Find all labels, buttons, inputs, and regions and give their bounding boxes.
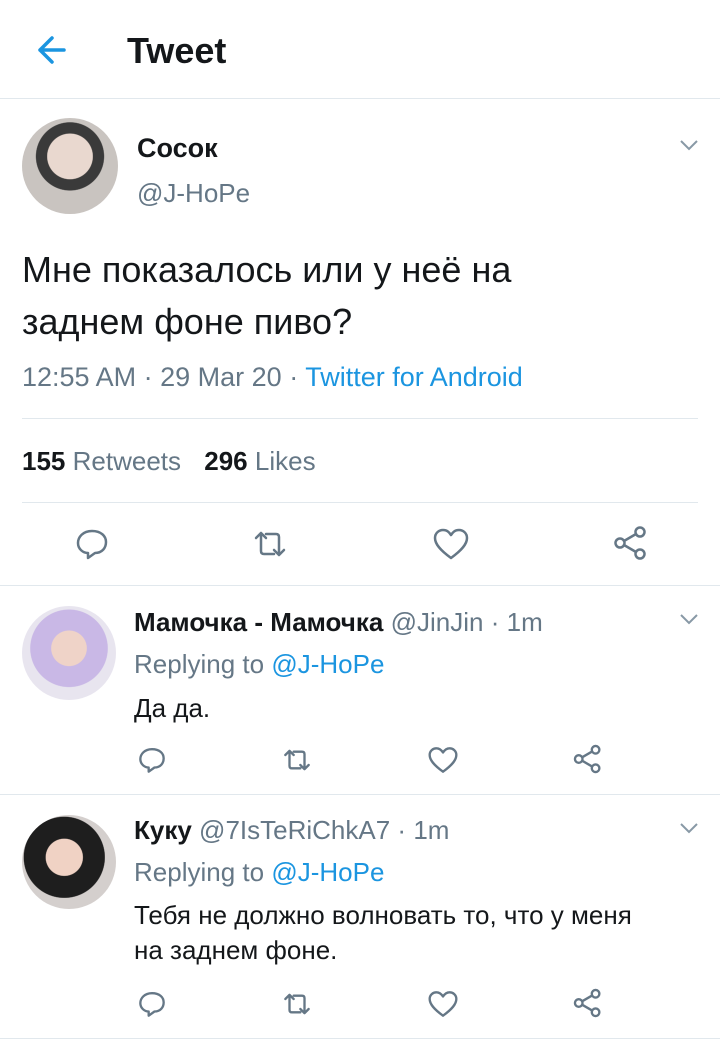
share-icon[interactable]	[572, 987, 604, 1019]
retweets-label: Retweets	[72, 446, 182, 476]
reply-display-name[interactable]: Куку	[134, 815, 192, 845]
reply-text-line-1: Тебя не должно волновать то, что у меня	[134, 900, 632, 930]
reply-header: Мамочка - Мамочка @JinJin · 1m	[134, 607, 543, 638]
reply-time: 1m	[413, 815, 450, 845]
retweet-icon[interactable]	[280, 745, 314, 775]
tweet-text-line-2: заднем фоне пиво?	[22, 301, 353, 342]
retweet-icon[interactable]	[280, 989, 314, 1019]
meta-separator: ·	[490, 607, 500, 637]
tweet-text: Мне показалось или у неё на заднем фоне …	[22, 244, 511, 348]
replying-to-handle[interactable]: @J-HoPe	[271, 857, 384, 887]
likes-count: 296	[204, 446, 248, 476]
top-bar: Tweet	[0, 0, 720, 99]
reply-header: Куку @7IsTeRiChkA7 · 1m	[134, 815, 449, 846]
reply-text: Да да.	[134, 691, 210, 726]
back-arrow-icon[interactable]	[30, 32, 70, 68]
chevron-down-icon[interactable]	[679, 138, 699, 152]
reply-icon[interactable]	[137, 989, 167, 1019]
likes-stat[interactable]: 296 Likes	[204, 446, 315, 476]
divider	[0, 1038, 720, 1039]
reply-display-name[interactable]: Мамочка - Мамочка	[134, 607, 383, 637]
author-handle[interactable]: @J-HoPe	[137, 178, 250, 209]
tweet-date: 29 Mar 20	[160, 362, 282, 392]
reply-icon[interactable]	[74, 526, 110, 562]
tweet-time: 12:55 AM	[22, 362, 137, 392]
replying-to: Replying to @J-HoPe	[134, 649, 384, 680]
divider	[22, 502, 698, 503]
tweet-meta: 12:55 AM · 29 Mar 20 · Twitter for Andro…	[22, 362, 523, 393]
reply-avatar[interactable]	[22, 815, 116, 909]
meta-separator: ·	[143, 362, 161, 392]
reply-icon[interactable]	[137, 745, 167, 775]
chevron-down-icon[interactable]	[679, 821, 699, 835]
share-icon[interactable]	[612, 524, 650, 562]
reply-avatar[interactable]	[22, 606, 116, 700]
likes-label: Likes	[254, 446, 316, 476]
replying-to-label: Replying to	[134, 649, 265, 679]
tweet-stats: 155 Retweets 296 Likes	[22, 446, 316, 477]
reply-text-line-1: Да да.	[134, 693, 211, 723]
like-icon[interactable]	[432, 526, 470, 562]
author-display-name[interactable]: Сосок	[137, 133, 218, 164]
replying-to-handle[interactable]: @J-HoPe	[271, 649, 384, 679]
reply-handle[interactable]: @JinJin	[391, 607, 484, 637]
author-avatar[interactable]	[22, 118, 118, 214]
chevron-down-icon[interactable]	[679, 612, 699, 626]
replying-to-label: Replying to	[134, 857, 265, 887]
tweet-source-link[interactable]: Twitter for Android	[305, 362, 523, 392]
tweet-text-line-1: Мне показалось или у неё на	[22, 249, 512, 290]
retweets-stat[interactable]: 155 Retweets	[22, 446, 188, 476]
share-icon[interactable]	[572, 743, 604, 775]
reply-text: Тебя не должно волновать то, что у меня …	[134, 898, 632, 968]
reply-time: 1m	[506, 607, 543, 637]
like-icon[interactable]	[427, 745, 459, 775]
reply-handle[interactable]: @7IsTeRiChkA7	[199, 815, 390, 845]
divider	[0, 585, 720, 586]
like-icon[interactable]	[427, 989, 459, 1019]
meta-separator: ·	[397, 815, 407, 845]
divider	[22, 418, 698, 419]
page-title: Tweet	[127, 30, 227, 71]
retweet-icon[interactable]	[250, 526, 290, 562]
reply-text-line-2: на заднем фоне.	[134, 935, 338, 965]
retweets-count: 155	[22, 446, 66, 476]
replying-to: Replying to @J-HoPe	[134, 857, 384, 888]
divider	[0, 794, 720, 795]
meta-separator: ·	[289, 362, 306, 392]
